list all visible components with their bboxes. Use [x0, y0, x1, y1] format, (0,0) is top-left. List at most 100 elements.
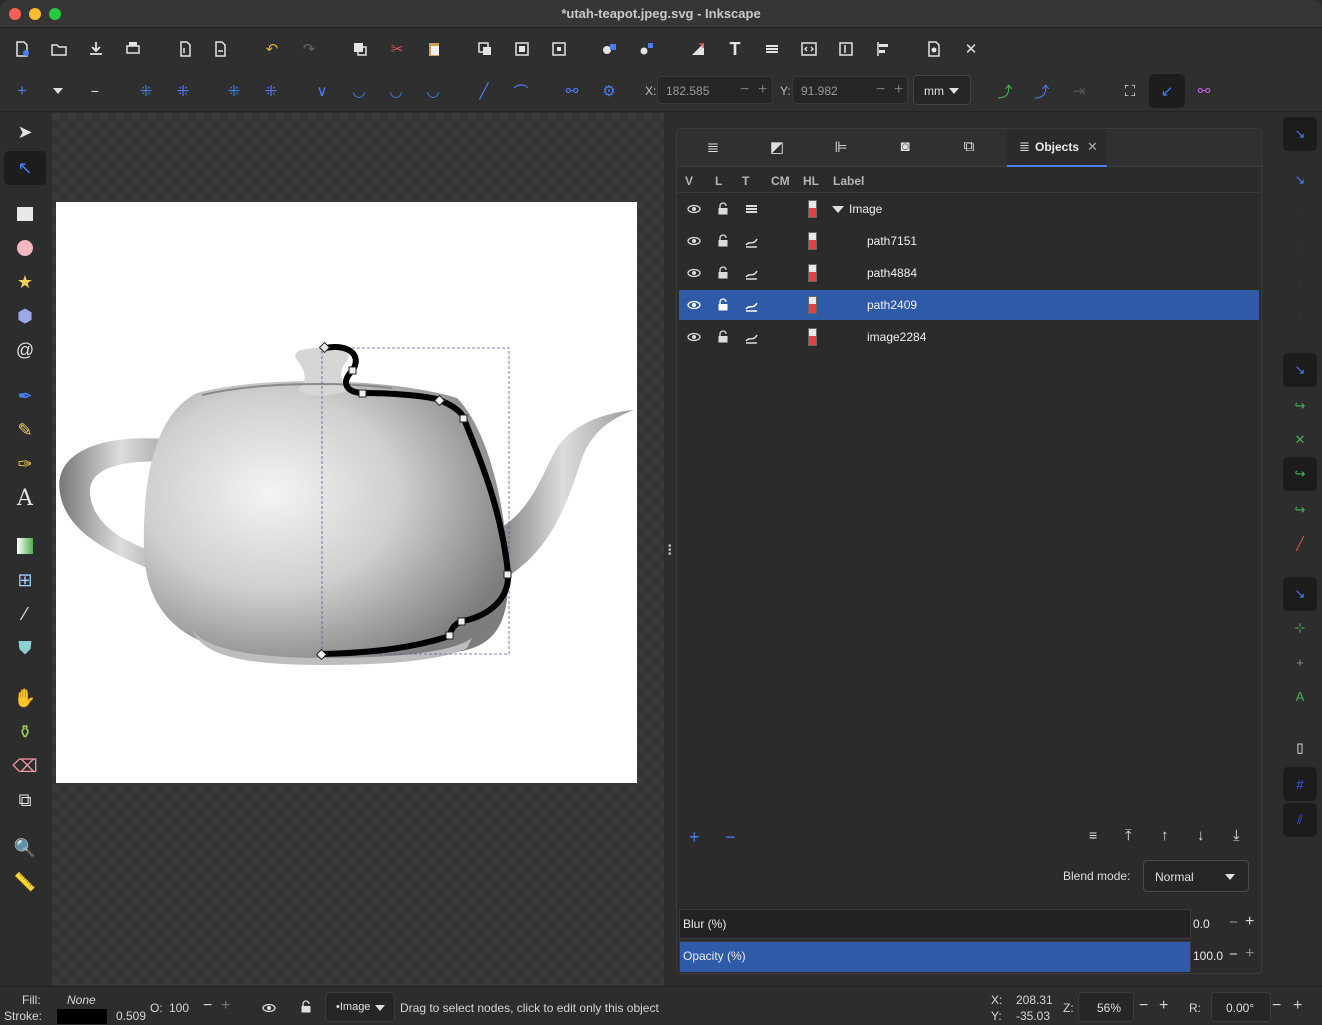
insert-node-dropdown-icon[interactable] [53, 88, 63, 94]
star-tool-icon[interactable]: ★ [10, 267, 40, 297]
blur-increment-button[interactable]: + [1245, 913, 1254, 931]
transform-handles-icon[interactable]: ⛶ [1119, 80, 1141, 102]
document-properties-icon[interactable] [923, 38, 945, 60]
snap-grid-icon[interactable]: # [1283, 767, 1317, 801]
unlocked-lock-icon[interactable] [717, 330, 729, 343]
circle-tool-icon[interactable] [10, 233, 40, 263]
object-label[interactable]: Image [849, 202, 882, 216]
undo-icon[interactable]: ↶ [261, 38, 283, 60]
tweak-tool-icon[interactable]: ✋ [10, 683, 40, 713]
snap-bbox-center-icon[interactable]: ◦ [1283, 299, 1317, 333]
snap-text-baseline-icon[interactable]: A [1283, 679, 1317, 713]
opacity-increment-button[interactable]: + [1245, 945, 1254, 963]
snap-bbox-edge-icon[interactable]: ◦ [1283, 197, 1317, 231]
pen-tool-icon[interactable]: ✒ [10, 381, 40, 411]
ungroup-icon[interactable] [636, 38, 658, 60]
column-visible[interactable]: V [685, 174, 693, 188]
duplicate-icon[interactable] [474, 38, 496, 60]
expand-chevron-down-icon[interactable] [832, 206, 844, 213]
rectangle-tool-icon[interactable] [10, 199, 40, 229]
visible-eye-icon[interactable] [687, 266, 701, 280]
copy-icon[interactable] [349, 38, 371, 60]
zoom-in-button[interactable]: + [1159, 997, 1168, 1015]
cusp-node-icon[interactable]: ∨ [311, 80, 333, 102]
snap-page-border-icon[interactable]: ▯ [1283, 731, 1317, 765]
snap-bbox-midpoint-icon[interactable]: ◦ [1283, 265, 1317, 299]
cut-icon[interactable]: ✂ [386, 38, 408, 60]
canvas[interactable] [52, 113, 664, 986]
unlocked-lock-icon[interactable] [717, 298, 729, 311]
selectors-icon[interactable] [835, 38, 857, 60]
lower-to-bottom-icon[interactable]: ⤓ [1233, 827, 1240, 844]
next-path-effect-parameter-icon[interactable]: ⤴ [994, 80, 1016, 102]
line-segment-icon[interactable]: ╱ [473, 80, 495, 102]
unit-select[interactable]: mm [913, 75, 971, 105]
unlocked-lock-icon[interactable] [717, 202, 729, 215]
selector-tool-icon[interactable]: ➤ [10, 117, 40, 147]
zoom-tool-icon[interactable]: 🔍 [10, 833, 40, 863]
zoom-field[interactable]: 56% [1078, 992, 1134, 1022]
visible-eye-icon[interactable] [687, 202, 701, 216]
curve-segment-icon[interactable]: ⌒ [510, 80, 532, 102]
snap-cusp-nodes-icon[interactable]: ↪ [1283, 457, 1317, 491]
stroke-color-swatch[interactable] [57, 1009, 107, 1024]
object-label[interactable]: path2409 [867, 298, 917, 312]
pencil-tool-icon[interactable]: ✎ [10, 415, 40, 445]
snap-paths-icon[interactable]: ↪ [1283, 389, 1317, 423]
spiral-tool-icon[interactable]: @ [10, 335, 40, 365]
save-icon[interactable] [85, 38, 107, 60]
join-segment-icon[interactable]: ⁜ [223, 80, 245, 102]
clip-path-icon[interactable]: ⤴ [1031, 80, 1053, 102]
paste-icon[interactable] [423, 38, 445, 60]
object-label[interactable]: path4884 [867, 266, 917, 280]
snap-nodes-icon[interactable]: ↘ [1283, 353, 1317, 387]
stroke-width-value[interactable]: 0.509 [116, 1009, 146, 1023]
tab-align-icon[interactable]: ⊫ [831, 138, 851, 158]
opacity-track[interactable] [679, 941, 1191, 972]
blur-decrement-button[interactable]: − [1229, 914, 1238, 931]
object-row-image2284[interactable]: image2284 [679, 322, 1259, 352]
export-icon[interactable] [209, 38, 231, 60]
close-tab-icon[interactable]: ✕ [1087, 139, 1098, 155]
column-locked[interactable]: L [715, 174, 722, 188]
blur-slider[interactable]: Blur (%) 0.0 − + [679, 909, 1259, 939]
unlink-clone-icon[interactable] [548, 38, 570, 60]
unlocked-lock-icon[interactable] [717, 266, 729, 279]
highlight-color-swatch[interactable] [808, 264, 817, 282]
calligraphy-tool-icon[interactable]: ✑ [10, 449, 40, 479]
snap-bbox-corner-icon[interactable]: ◦ [1283, 231, 1317, 265]
gradient-tool-icon[interactable] [10, 531, 40, 561]
highlight-color-swatch[interactable] [808, 200, 817, 218]
enable-snapping-icon[interactable]: ↘ [1283, 117, 1317, 151]
opacity-decrement-button[interactable]: − [1229, 946, 1238, 963]
raise-icon[interactable]: ↑ [1161, 827, 1169, 844]
layer-visibility-eye-icon[interactable] [262, 1001, 276, 1015]
symmetric-node-icon[interactable]: ◡ [385, 80, 407, 102]
fill-stroke-icon[interactable] [687, 38, 709, 60]
object-row-path2409[interactable]: path2409 [679, 290, 1259, 320]
text-font-icon[interactable]: T [724, 38, 746, 60]
highlight-color-swatch[interactable] [808, 296, 817, 314]
snap-guide-icon[interactable]: ⫽ [1283, 803, 1317, 837]
x-increment-button[interactable]: + [758, 81, 767, 99]
align-distribute-icon[interactable] [872, 38, 894, 60]
column-type[interactable]: T [742, 174, 749, 188]
join-nodes-icon[interactable]: ⁜ [135, 80, 157, 102]
add-layer-icon[interactable]: + [689, 827, 700, 848]
snap-smooth-nodes-icon[interactable]: ↪ [1283, 493, 1317, 527]
insert-node-icon[interactable]: + [11, 80, 33, 102]
connector-tool-icon[interactable]: ⧉ [10, 785, 40, 815]
mask-icon[interactable]: ⇥ [1068, 80, 1090, 102]
object-row-image[interactable]: Image [679, 194, 1259, 224]
tab-objects[interactable]: ≣ Objects ✕ [1007, 129, 1107, 167]
column-label[interactable]: Label [833, 174, 864, 188]
delete-segment-icon[interactable]: ⁜ [260, 80, 282, 102]
snap-others-icon[interactable]: ↘ [1283, 577, 1317, 611]
auto-smooth-node-icon[interactable]: ◡ [422, 80, 444, 102]
object-label[interactable]: path7151 [867, 234, 917, 248]
opacity-short-value[interactable]: 100 [169, 1001, 189, 1015]
fill-value[interactable]: None [67, 993, 96, 1007]
xml-editor-icon[interactable] [798, 38, 820, 60]
measure-tool-icon[interactable]: 📏 [10, 867, 40, 897]
raise-to-top-icon[interactable]: ⤒ [1125, 827, 1132, 844]
